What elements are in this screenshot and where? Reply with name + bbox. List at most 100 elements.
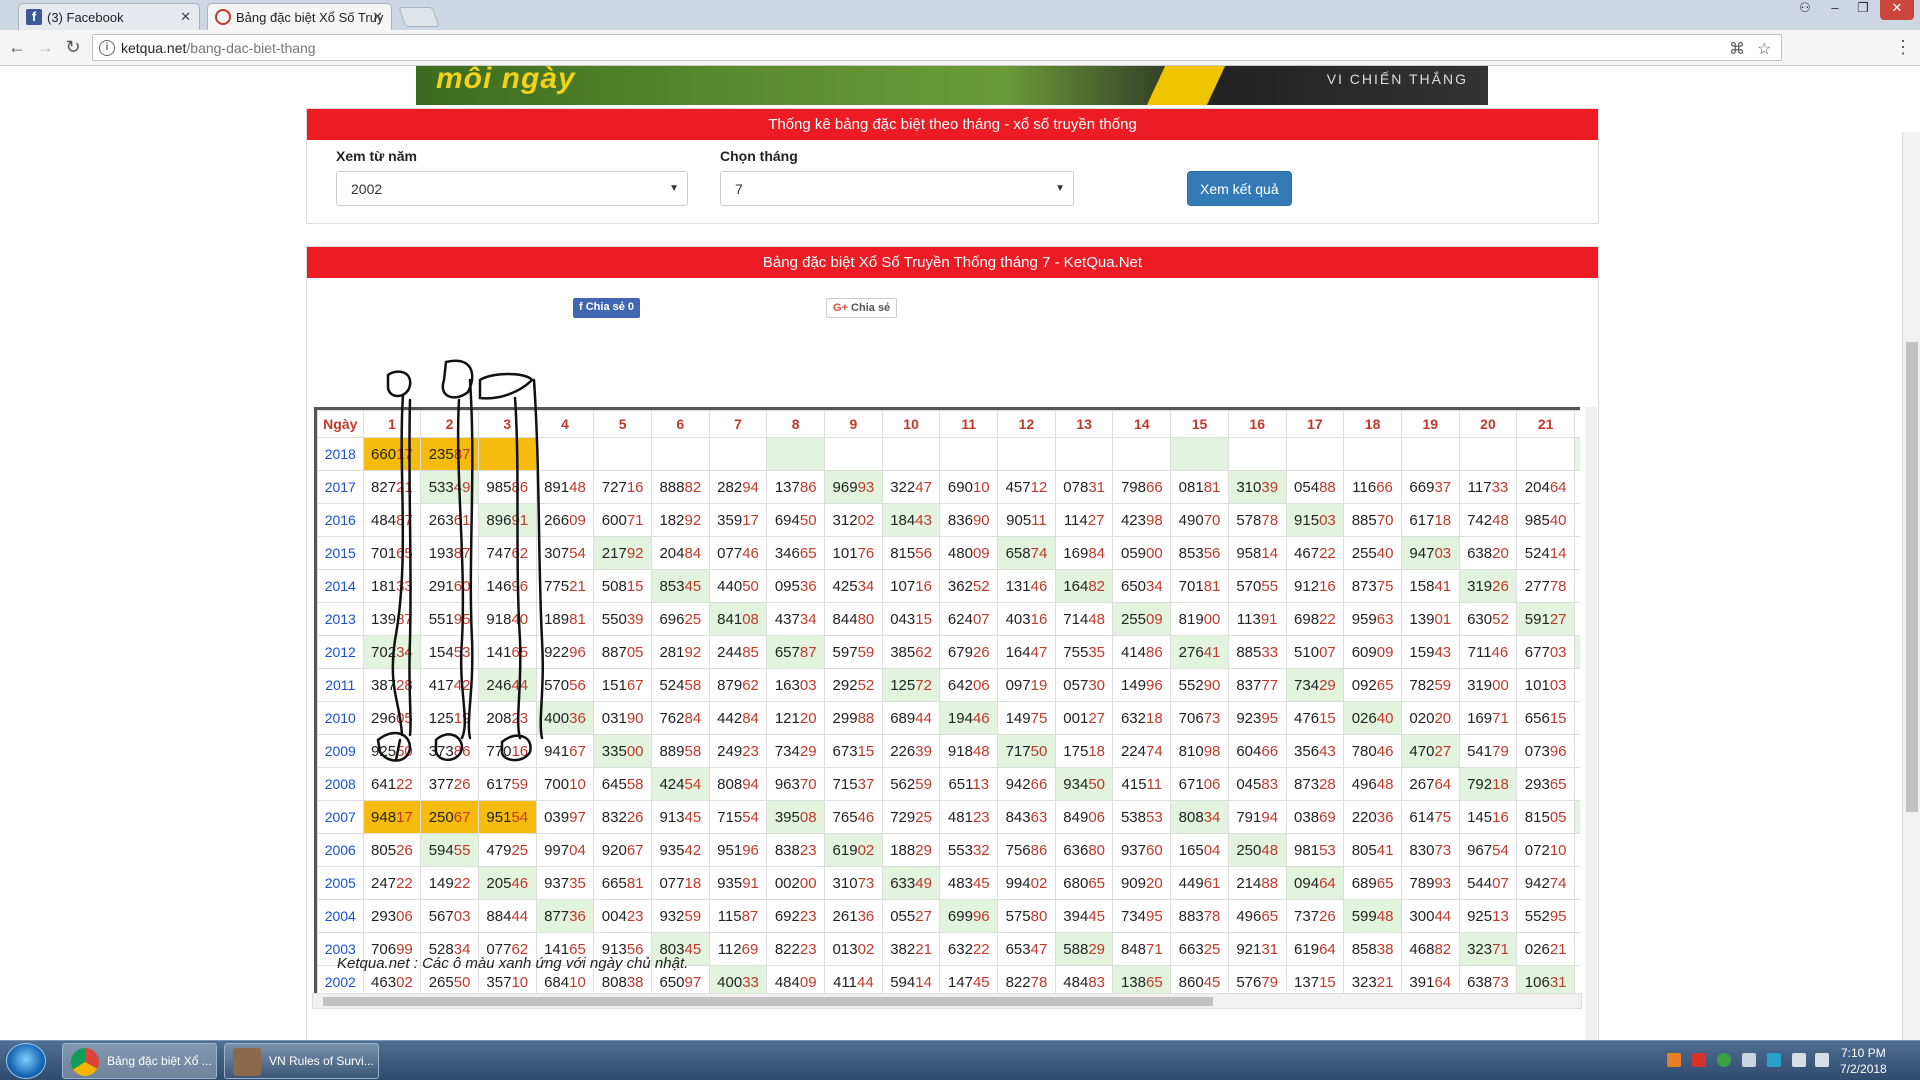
result-cell: 47615: [1285, 701, 1345, 735]
taskbar-item-game[interactable]: VN Rules of Survi...: [224, 1043, 379, 1079]
reload-icon[interactable]: ↻: [62, 36, 84, 58]
table-horizontal-scrollbar[interactable]: [312, 993, 1582, 1009]
volume-icon[interactable]: [1815, 1053, 1829, 1067]
result-number-head: 193: [428, 544, 454, 562]
result-cell: 84871: [1112, 932, 1172, 966]
year-link[interactable]: 2005: [317, 866, 364, 900]
result-number-tail: 03: [1549, 676, 1567, 694]
results-table-wrapper[interactable]: Ngày12345678910111213141516171819202122 …: [314, 407, 1580, 1000]
system-clock[interactable]: 7:10 PM 7/2/2018: [1840, 1045, 1887, 1077]
new-tab-button[interactable]: [398, 7, 440, 27]
window-close-button[interactable]: ✕: [1880, 0, 1914, 20]
result-number-head: 480: [947, 544, 973, 562]
year-link[interactable]: 2013: [317, 602, 364, 636]
column-header: 20: [1458, 410, 1518, 438]
close-icon[interactable]: ✕: [180, 9, 191, 25]
year-link[interactable]: 2010: [317, 701, 364, 735]
profile-icon[interactable]: ⚇: [1792, 0, 1818, 20]
result-number-tail: 48: [1088, 610, 1105, 628]
result-number-head: 158: [1409, 577, 1435, 595]
result-number-head: 391: [1409, 973, 1435, 991]
tray-app-icon[interactable]: [1767, 1053, 1781, 1067]
result-number-head: 873: [1294, 775, 1320, 793]
year-link[interactable]: 2012: [317, 635, 364, 669]
result-cell: 49070: [1170, 503, 1229, 537]
year-link[interactable]: 2007: [317, 800, 364, 834]
close-icon[interactable]: ✕: [372, 9, 383, 25]
result-number-tail: 78: [1203, 907, 1221, 925]
result-cell: 16447: [997, 635, 1056, 669]
taskbar-item-chrome[interactable]: Bảng đặc biệt Xổ ...: [62, 1043, 217, 1079]
restore-button[interactable]: ❐: [1850, 0, 1876, 20]
menu-icon[interactable]: ⋮: [1892, 36, 1914, 58]
year-link[interactable]: 2004: [317, 899, 364, 933]
result-number-tail: 97: [684, 973, 702, 991]
url-path: /bang-dac-biet-thang: [186, 40, 316, 56]
banner-stripe: [1146, 66, 1226, 105]
network-icon[interactable]: [1792, 1053, 1806, 1067]
tab-facebook[interactable]: f (3) Facebook ✕: [18, 3, 200, 30]
table-vertical-scrollbar[interactable]: [1585, 407, 1597, 1040]
year-link[interactable]: 2014: [317, 569, 364, 603]
tray-app-icon[interactable]: [1692, 1053, 1706, 1067]
result-number-head: 860: [1178, 973, 1204, 991]
scroll-thumb[interactable]: [323, 997, 1213, 1006]
result-cell: 39445: [1054, 899, 1114, 933]
result-cell: 09464: [1285, 866, 1345, 900]
result-number-head: 951: [717, 841, 743, 859]
result-cell: 52458: [650, 668, 710, 702]
page-scrollbar[interactable]: [1902, 132, 1920, 1040]
google-share-button[interactable]: G+ Chia sẻ: [826, 298, 898, 318]
bookmark-star-icon[interactable]: ☆: [1757, 39, 1771, 59]
year-link[interactable]: 2018: [317, 437, 364, 471]
scroll-thumb[interactable]: [1906, 342, 1918, 812]
advertisement-banner[interactable]: mỗi ngày VI CHIẾN THẮNG: [416, 66, 1488, 105]
address-bar[interactable]: i ketqua.net/bang-dac-biet-thang ⌘ ☆: [92, 34, 1782, 61]
start-button[interactable]: [6, 1043, 46, 1079]
result-cell: 65347: [997, 932, 1056, 966]
year-link[interactable]: 2017: [317, 470, 364, 504]
year-select[interactable]: 2002 ▼: [336, 171, 688, 206]
view-results-button[interactable]: Xem kết quả: [1187, 171, 1292, 206]
year-link[interactable]: 2008: [317, 767, 364, 801]
result-cell: 22119: [1573, 899, 1580, 933]
result-number-tail: 52: [857, 676, 875, 694]
forward-arrow-icon[interactable]: →: [34, 36, 56, 58]
back-arrow-icon[interactable]: ←: [6, 36, 28, 58]
year-link[interactable]: 2011: [317, 668, 364, 702]
dropdown-arrow-icon: ▼: [669, 183, 679, 194]
tray-app-icon[interactable]: [1667, 1053, 1681, 1067]
result-number-head: 476: [1294, 709, 1320, 727]
result-number-tail: 47: [1030, 643, 1048, 661]
result-number-tail: 36: [799, 577, 817, 595]
result-number-head: 299: [832, 709, 858, 727]
result-number-head: 097: [1005, 676, 1031, 694]
result-number-head: 650: [659, 973, 685, 991]
tray-app-icon[interactable]: [1742, 1053, 1756, 1067]
info-icon[interactable]: i: [99, 40, 115, 56]
facebook-share-button[interactable]: f Chia sẻ 0: [573, 298, 641, 318]
year-link[interactable]: 2015: [317, 536, 364, 570]
result-number-head: 385: [890, 643, 916, 661]
tab-ketqua[interactable]: Bảng đặc biệt Xổ Số Truy ✕: [207, 3, 392, 30]
result-number-tail: 70: [1376, 511, 1394, 529]
result-cell: 46412: [1573, 503, 1580, 537]
year-link[interactable]: 2006: [317, 833, 364, 867]
result-cell: 74762: [477, 536, 537, 570]
result-number-head: 641: [371, 775, 397, 793]
year-link[interactable]: 2009: [317, 734, 364, 768]
year-link[interactable]: 2016: [317, 503, 364, 537]
browser-toolbar: ← → ↻ i ketqua.net/bang-dac-biet-thang ⌘…: [0, 30, 1920, 66]
tray-app-icon[interactable]: [1717, 1053, 1731, 1067]
translate-icon[interactable]: ⌘: [1729, 39, 1745, 59]
result-cell: 61759: [477, 767, 537, 801]
result-number-head: 805: [371, 841, 397, 859]
table-row: 2017 82721 53349 98586 89148 72716 88882 28294 1…: [317, 470, 1580, 504]
result-cell: 92296: [535, 635, 595, 669]
month-select[interactable]: 7 ▼: [720, 171, 1074, 206]
minimize-button[interactable]: –: [1822, 0, 1848, 20]
result-number-head: 747: [486, 544, 512, 562]
result-number-tail: 23: [626, 907, 644, 925]
result-cell: 84108: [708, 602, 768, 636]
result-number-head: 653: [1005, 940, 1031, 958]
